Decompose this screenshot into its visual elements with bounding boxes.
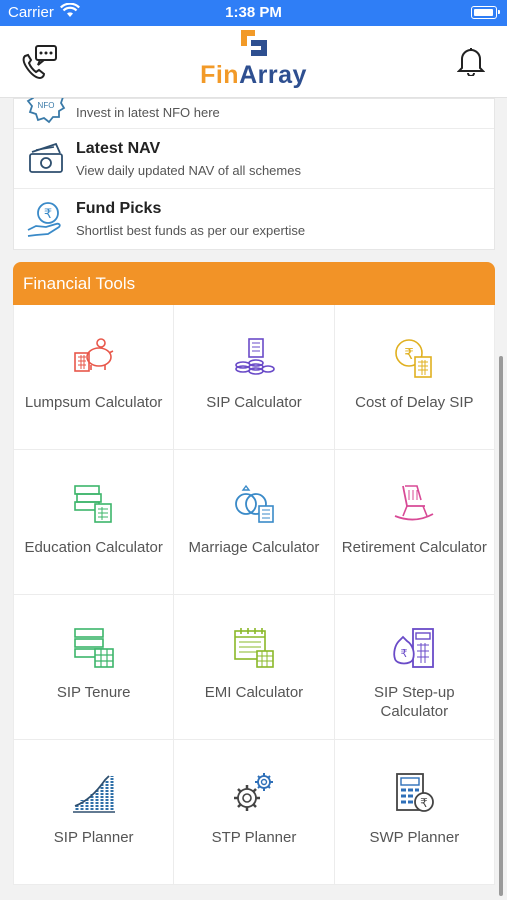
piggy-bank-calculator-icon [71, 335, 117, 381]
menu-item-desc: Shortlist best funds as per our expertis… [76, 223, 306, 238]
tool-swp-planner[interactable]: ₹ SWP Planner [334, 740, 495, 885]
rupee-coin-calculator-icon: ₹ [391, 335, 437, 381]
app-header: FinArray [0, 26, 507, 98]
tool-sip-tenure[interactable]: SIP Tenure [14, 595, 175, 740]
financial-tools-grid: Lumpsum Calculator SIP Calculator ₹ Cost… [13, 305, 495, 885]
growth-bars-icon [71, 770, 117, 816]
svg-text:₹: ₹ [44, 207, 52, 222]
rings-calculator-icon [231, 480, 277, 526]
main-content[interactable]: NFO Invest in latest NFO here Latest NAV… [0, 98, 507, 900]
tool-label: Lumpsum Calculator [24, 394, 163, 411]
menu-item-title: Latest NAV [76, 140, 161, 157]
tool-education-calculator[interactable]: Education Calculator [14, 450, 175, 595]
svg-text:₹: ₹ [420, 796, 428, 810]
tool-retirement-calculator[interactable]: Retirement Calculator [334, 450, 495, 595]
calculator-rupee-icon: ₹ [391, 770, 437, 816]
svg-text:₹: ₹ [405, 345, 415, 363]
tool-label: STP Planner [211, 829, 297, 846]
tool-label: SIP Tenure [56, 684, 131, 701]
rocking-chair-icon [391, 480, 437, 526]
stack-calculator-icon [71, 625, 117, 671]
books-calculator-icon [71, 480, 117, 526]
tool-stp-planner[interactable]: STP Planner [174, 740, 335, 885]
tool-label: Marriage Calculator [188, 539, 320, 556]
gears-icon [231, 770, 277, 816]
tool-label: SIP Planner [53, 829, 134, 846]
tool-label: SIP Calculator [206, 394, 302, 411]
menu-item-nfo[interactable]: NFO Invest in latest NFO here [14, 98, 494, 129]
tool-label: SIP Step-up Calculator [374, 684, 455, 720]
tool-label: SWP Planner [369, 829, 460, 846]
scrollbar[interactable] [499, 356, 503, 896]
menu-item-fund-picks[interactable]: ₹ Fund Picks Shortlist best funds as per… [14, 189, 494, 249]
finarray-logo: FinArray [0, 28, 507, 90]
tool-sip-step-up-calculator[interactable]: ₹ SIP Step-up Calculator [334, 595, 495, 740]
svg-text:NFO: NFO [38, 101, 55, 110]
tool-emi-calculator[interactable]: EMI Calculator [174, 595, 335, 740]
battery-icon [471, 6, 500, 19]
status-bar: Carrier 1:38 PM [0, 0, 507, 26]
tool-lumpsum-calculator[interactable]: Lumpsum Calculator [14, 305, 175, 450]
financial-tools-title: Financial Tools [23, 274, 136, 293]
nfo-icon: NFO [26, 98, 66, 125]
banknotes-icon [26, 140, 66, 180]
bell-icon[interactable] [456, 46, 486, 81]
finarray-wordmark: FinArray [200, 61, 307, 89]
tool-sip-planner[interactable]: SIP Planner [14, 740, 175, 885]
menu-item-desc: View daily updated NAV of all schemes [76, 163, 301, 178]
tool-label: EMI Calculator [204, 684, 304, 701]
rupee-hand-icon: ₹ [26, 200, 66, 240]
tool-sip-calculator[interactable]: SIP Calculator [174, 305, 335, 450]
finarray-logo-icon [240, 30, 267, 56]
tool-label: Cost of Delay SIP [355, 394, 474, 411]
money-bag-calculator-icon: ₹ [391, 625, 437, 671]
coins-calculator-icon [231, 335, 277, 381]
tool-cost-of-delay-sip[interactable]: ₹ Cost of Delay SIP [334, 305, 495, 450]
app-screen: Carrier 1:38 PM FinArray NFO Invest in l… [0, 0, 507, 900]
menu-item-desc: Invest in latest NFO here [76, 105, 220, 120]
menu-item-title: Fund Picks [76, 200, 162, 217]
tool-marriage-calculator[interactable]: Marriage Calculator [174, 450, 335, 595]
svg-text:₹: ₹ [401, 647, 408, 660]
calendar-calculator-icon [231, 625, 277, 671]
menu-item-latest-nav[interactable]: Latest NAV View daily updated NAV of all… [14, 129, 494, 189]
financial-tools-header: Financial Tools [13, 262, 495, 305]
invest-menu-card: NFO Invest in latest NFO here Latest NAV… [13, 98, 495, 250]
tool-label: Retirement Calculator [341, 539, 487, 556]
clock: 1:38 PM [225, 4, 282, 21]
tool-label: Education Calculator [24, 539, 163, 556]
